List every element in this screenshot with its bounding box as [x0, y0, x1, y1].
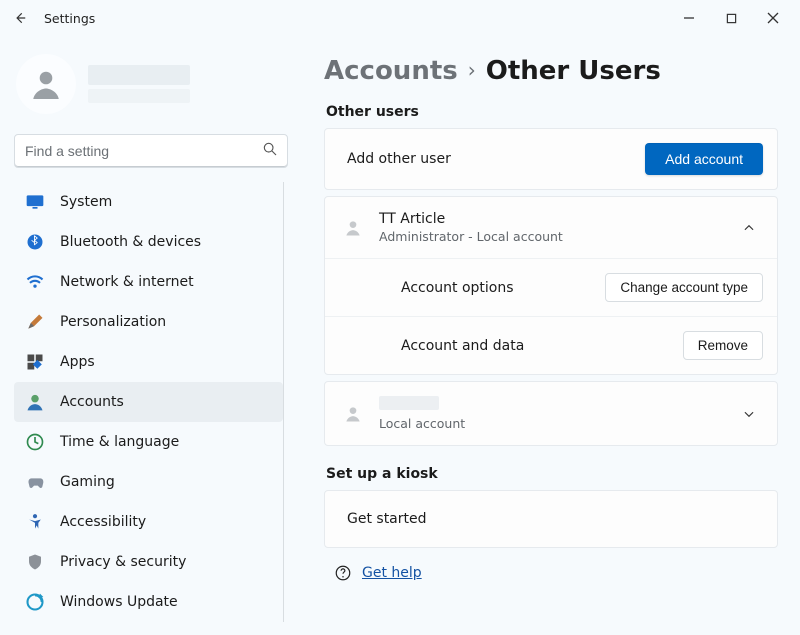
user-name: TT Article: [379, 211, 735, 227]
sidebar-item-label: Network & internet: [60, 274, 194, 290]
breadcrumb-parent[interactable]: Accounts: [324, 56, 458, 86]
apps-icon: [24, 351, 46, 373]
wifi-icon: [24, 271, 46, 293]
sidebar-item-label: Gaming: [60, 474, 115, 490]
profile-sub-redacted: [88, 89, 190, 103]
sidebar-item-label: Personalization: [60, 314, 166, 330]
get-help-label: Get help: [362, 565, 422, 581]
maximize-icon: [726, 13, 737, 24]
titlebar: Settings: [0, 0, 800, 36]
sidebar-item-bluetooth[interactable]: Bluetooth & devices: [14, 222, 283, 262]
breadcrumb: Accounts › Other Users: [324, 56, 778, 86]
user-card-1: TT Article Administrator - Local account…: [324, 196, 778, 375]
avatar: [16, 54, 76, 114]
close-icon: [767, 12, 779, 24]
add-user-card: Add other user Add account: [324, 128, 778, 190]
sidebar-item-accounts[interactable]: Accounts: [14, 382, 283, 422]
arrow-left-icon: [13, 11, 27, 25]
section-heading-other-users: Other users: [326, 104, 778, 120]
sidebar-item-label: Accounts: [60, 394, 124, 410]
gamepad-icon: [24, 471, 46, 493]
sidebar-item-personalization[interactable]: Personalization: [14, 302, 283, 342]
account-options-label: Account options: [401, 280, 605, 296]
page-title: Other Users: [486, 56, 661, 86]
collapse-toggle[interactable]: [735, 221, 763, 235]
section-heading-kiosk: Set up a kiosk: [326, 466, 778, 482]
search-box: [14, 134, 288, 168]
sidebar-item-accessibility[interactable]: Accessibility: [14, 502, 283, 542]
shield-icon: [24, 551, 46, 573]
get-help-link[interactable]: Get help: [324, 554, 778, 582]
chevron-right-icon: ›: [468, 58, 476, 82]
clock-globe-icon: [24, 431, 46, 453]
profile-text: [88, 65, 286, 103]
sidebar-item-system[interactable]: System: [14, 182, 283, 222]
user-row-header[interactable]: TT Article Administrator - Local account: [325, 197, 777, 258]
back-button[interactable]: [6, 4, 34, 32]
kiosk-card: Get started: [324, 490, 778, 548]
user-role: Administrator - Local account: [379, 229, 735, 244]
profile-header[interactable]: [14, 46, 288, 130]
account-and-data-label: Account and data: [401, 338, 683, 354]
bluetooth-icon: [24, 231, 46, 253]
monitor-icon: [24, 191, 46, 213]
sidebar: System Bluetooth & devices Network & int…: [0, 36, 302, 635]
sidebar-item-label: Time & language: [60, 434, 179, 450]
sidebar-item-privacy[interactable]: Privacy & security: [14, 542, 283, 582]
user-row-header[interactable]: Local account: [325, 382, 777, 445]
sidebar-item-windows-update[interactable]: Windows Update: [14, 582, 283, 622]
sidebar-item-label: Bluetooth & devices: [60, 234, 201, 250]
user-name-redacted: [379, 396, 439, 410]
minimize-icon: [683, 12, 695, 24]
update-icon: [24, 591, 46, 613]
kiosk-get-started-label: Get started: [347, 511, 763, 527]
remove-account-button[interactable]: Remove: [683, 331, 763, 360]
chevron-down-icon: [742, 407, 756, 421]
help-icon: [334, 564, 352, 582]
change-account-type-button[interactable]: Change account type: [605, 273, 763, 302]
maximize-button[interactable]: [710, 3, 752, 33]
sidebar-item-label: Privacy & security: [60, 554, 186, 570]
paintbrush-icon: [24, 311, 46, 333]
close-button[interactable]: [752, 3, 794, 33]
person-icon: [28, 66, 64, 102]
add-account-button[interactable]: Add account: [645, 143, 763, 175]
sidebar-item-time-language[interactable]: Time & language: [14, 422, 283, 462]
add-other-user-label: Add other user: [347, 151, 645, 167]
expand-toggle[interactable]: [735, 407, 763, 421]
sidebar-item-label: System: [60, 194, 112, 210]
sidebar-item-label: Accessibility: [60, 514, 146, 530]
kiosk-get-started-row[interactable]: Get started: [325, 491, 777, 547]
chevron-up-icon: [742, 221, 756, 235]
accessibility-icon: [24, 511, 46, 533]
user-role: Local account: [379, 416, 735, 431]
person-icon: [339, 214, 367, 242]
sidebar-item-apps[interactable]: Apps: [14, 342, 283, 382]
window-controls: [668, 3, 794, 33]
profile-name-redacted: [88, 65, 190, 85]
window-title: Settings: [44, 11, 95, 26]
person-icon: [24, 391, 46, 413]
user-card-2: Local account: [324, 381, 778, 446]
nav-list: System Bluetooth & devices Network & int…: [14, 182, 288, 635]
sidebar-item-label: Windows Update: [60, 594, 178, 610]
sidebar-item-gaming[interactable]: Gaming: [14, 462, 283, 502]
minimize-button[interactable]: [668, 3, 710, 33]
sidebar-item-network[interactable]: Network & internet: [14, 262, 283, 302]
sidebar-item-label: Apps: [60, 354, 95, 370]
main-panel: Accounts › Other Users Other users Add o…: [302, 36, 800, 635]
search-input[interactable]: [14, 134, 288, 168]
person-icon: [339, 400, 367, 428]
